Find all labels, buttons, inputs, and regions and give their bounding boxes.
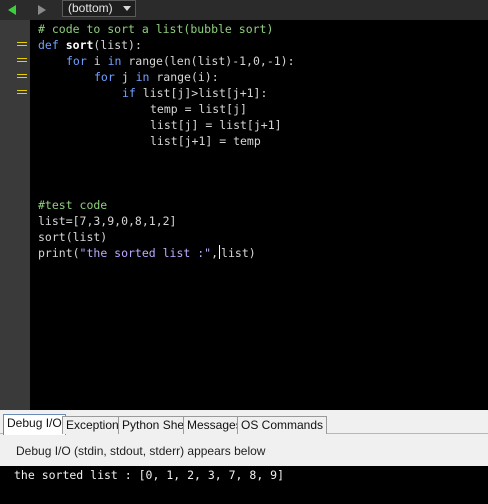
code-line-5: if list[j]>list[j+1]: bbox=[122, 85, 267, 101]
code-line-10: list=[7,3,9,0,8,1,2] bbox=[38, 213, 176, 229]
scope-dropdown[interactable]: (bottom) bbox=[62, 0, 136, 17]
code-keyword: for bbox=[94, 70, 115, 84]
code-string: "the sorted list :" bbox=[79, 246, 212, 260]
code-line-7: list[j] = list[j+1] bbox=[150, 117, 282, 133]
code-keyword: in bbox=[135, 70, 150, 84]
editor-toolbar: (bottom) bbox=[0, 0, 488, 20]
tool-panel: Debug I/O Exceptions Python Shell Messag… bbox=[0, 410, 488, 504]
code-text: range(len(list)-1,0,-1): bbox=[121, 54, 295, 68]
code-text: , bbox=[211, 246, 219, 260]
debug-io-description: Debug I/O (stdin, stdout, stderr) appear… bbox=[16, 444, 266, 458]
code-text: list[j] = list[j+1] bbox=[150, 118, 282, 132]
scope-dropdown-value: (bottom) bbox=[68, 1, 113, 15]
panel-tab-strip: Debug I/O Exceptions Python Shell Messag… bbox=[0, 410, 488, 435]
fold-marker-icon[interactable] bbox=[17, 74, 27, 78]
forward-button[interactable] bbox=[34, 2, 50, 18]
back-button[interactable] bbox=[4, 2, 20, 18]
code-area[interactable]: # code to sort a list(bubble sort) def s… bbox=[38, 20, 488, 410]
code-line-9: #test code bbox=[38, 197, 107, 213]
code-line-8: list[j+1] = temp bbox=[150, 133, 261, 149]
code-line-11: sort(list) bbox=[38, 229, 107, 245]
code-line-6: temp = list[j] bbox=[150, 101, 247, 117]
code-editor[interactable]: # code to sort a list(bubble sort) def s… bbox=[0, 20, 488, 410]
arrow-right-icon bbox=[38, 5, 46, 15]
fold-marker-icon[interactable] bbox=[17, 42, 27, 46]
code-keyword: for bbox=[66, 54, 87, 68]
code-keyword: def bbox=[38, 38, 59, 52]
debug-output-text: the sorted list : [0, 1, 2, 3, 7, 8, 9] bbox=[14, 468, 285, 482]
code-text: list[j]>list[j+1]: bbox=[135, 86, 268, 100]
tab-debug-io[interactable]: Debug I/O bbox=[3, 414, 66, 435]
editor-gutter bbox=[0, 20, 30, 410]
code-function-name: sort bbox=[65, 38, 94, 52]
debug-output-area[interactable]: the sorted list : [0, 1, 2, 3, 7, 8, 9] bbox=[0, 466, 488, 504]
fold-marker-icon[interactable] bbox=[17, 58, 27, 62]
tab-os-commands[interactable]: OS Commands bbox=[237, 416, 328, 434]
code-text: print( bbox=[38, 246, 80, 260]
text-cursor bbox=[219, 245, 221, 259]
code-text: range(i): bbox=[149, 70, 219, 84]
code-line-12: print("the sorted list :", list) bbox=[38, 245, 256, 261]
chevron-down-icon bbox=[123, 6, 131, 11]
arrow-left-icon bbox=[8, 5, 16, 15]
code-text: sort(list) bbox=[38, 230, 108, 244]
code-keyword: if bbox=[122, 86, 136, 100]
code-text: temp = list[j] bbox=[150, 102, 247, 116]
code-comment: #test code bbox=[38, 198, 108, 212]
code-comment: # code to sort a list(bubble sort) bbox=[38, 22, 274, 36]
code-keyword: in bbox=[107, 54, 122, 68]
code-text: (list): bbox=[93, 38, 142, 52]
code-line-3: for i in range(len(list)-1,0,-1): bbox=[66, 53, 295, 69]
fold-marker-icon[interactable] bbox=[17, 90, 27, 94]
code-text: i bbox=[86, 54, 108, 68]
code-line-1: # code to sort a list(bubble sort) bbox=[38, 21, 273, 37]
code-text: list) bbox=[221, 246, 256, 260]
code-line-4: for j in range(i): bbox=[94, 69, 219, 85]
code-text: j bbox=[114, 70, 136, 84]
code-text: list=[7,3,9,0,8,1,2] bbox=[38, 214, 177, 228]
code-text: list[j+1] = temp bbox=[150, 134, 261, 148]
code-line-2: def sort(list): bbox=[38, 37, 142, 53]
